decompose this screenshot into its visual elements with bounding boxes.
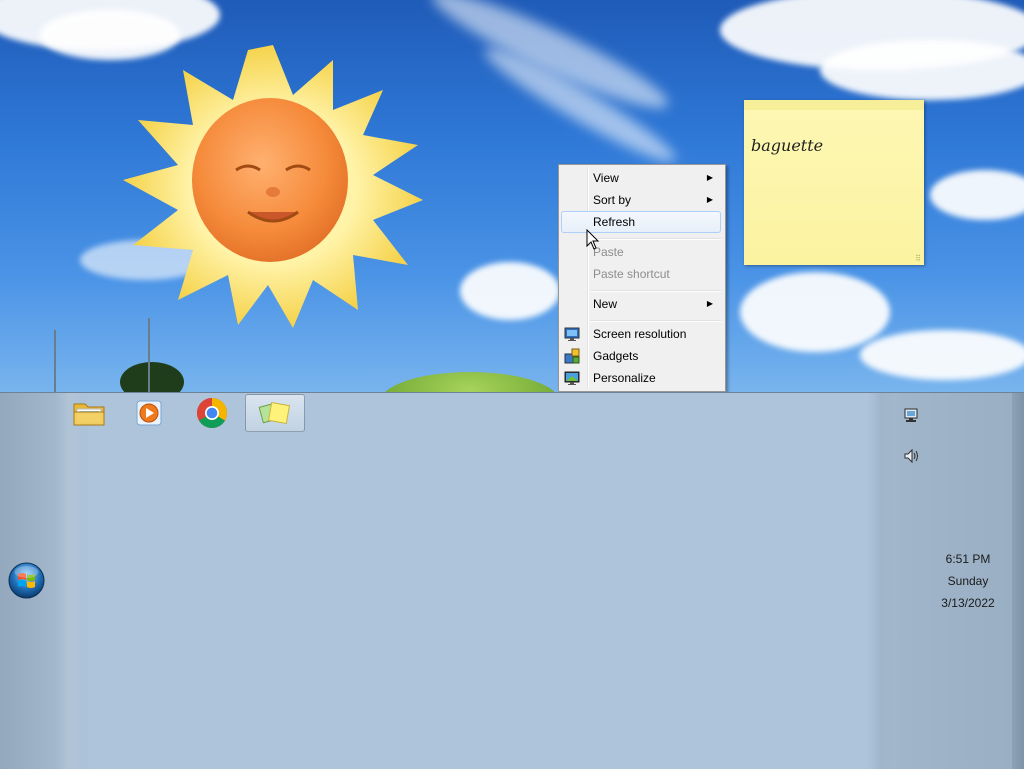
menu-separator <box>590 290 721 292</box>
menu-item-sort-by[interactable]: Sort by ▶ <box>561 189 721 211</box>
resize-grip-icon[interactable]: ⠿ <box>915 254 921 263</box>
wallpaper-cloud <box>740 272 890 352</box>
personalize-icon <box>564 371 580 385</box>
wallpaper-hill <box>380 372 560 392</box>
taskbar-button-media-player[interactable] <box>120 394 178 432</box>
taskbar-shade <box>866 393 896 769</box>
taskbar-shade <box>55 393 85 769</box>
sun-baby-image <box>123 45 423 328</box>
menu-item-label: Refresh <box>593 215 636 229</box>
clock-date[interactable]: 3/13/2022 <box>924 596 1012 610</box>
wallpaper-cloud <box>460 262 560 320</box>
menu-item-label: Sort by <box>593 193 632 207</box>
desktop-context-menu: View ▶ Sort by ▶ Refresh Paste Paste sho… <box>558 164 726 392</box>
menu-item-paste-shortcut[interactable]: Paste shortcut <box>561 263 721 285</box>
wallpaper-pole <box>54 330 56 392</box>
sticky-note-text[interactable]: baguette <box>751 136 823 155</box>
desktop-wallpaper[interactable]: baguette ⠿ View ▶ Sort by ▶ Refresh Past… <box>0 0 1024 392</box>
taskbar[interactable]: 6:51 PM Sunday 3/13/2022 <box>0 392 1024 769</box>
network-icon[interactable] <box>902 407 920 425</box>
file-explorer-icon <box>73 403 105 426</box>
wallpaper-cloud <box>860 330 1024 380</box>
menu-item-label: View <box>593 171 619 185</box>
taskbar-edge <box>1012 393 1024 769</box>
menu-item-gadgets[interactable]: Gadgets <box>561 345 721 367</box>
submenu-arrow-icon: ▶ <box>706 299 713 308</box>
taskbar-button-file-explorer[interactable] <box>60 394 118 432</box>
volume-icon[interactable] <box>902 447 920 465</box>
clock-time[interactable]: 6:51 PM <box>924 552 1012 566</box>
sticky-notes-icon <box>258 401 291 425</box>
menu-item-screen-resolution[interactable]: Screen resolution <box>561 323 721 345</box>
submenu-arrow-icon: ▶ <box>706 173 713 182</box>
menu-item-personalize[interactable]: Personalize <box>561 367 721 389</box>
menu-item-label: Paste shortcut <box>593 267 670 281</box>
menu-item-label: Personalize <box>593 371 656 385</box>
menu-item-new[interactable]: New ▶ <box>561 293 721 315</box>
wallpaper-cloud <box>930 170 1024 220</box>
menu-item-view[interactable]: View ▶ <box>561 167 721 189</box>
clock-day[interactable]: Sunday <box>924 574 1012 588</box>
taskbar-button-chrome[interactable] <box>183 394 241 432</box>
menu-item-label: Gadgets <box>593 349 639 363</box>
menu-item-label: Screen resolution <box>593 327 687 341</box>
sticky-note[interactable]: baguette ⠿ <box>744 100 924 265</box>
menu-separator <box>590 238 721 240</box>
menu-item-refresh[interactable]: Refresh <box>561 211 721 233</box>
menu-item-paste[interactable]: Paste <box>561 241 721 263</box>
start-button-icon[interactable] <box>8 562 45 599</box>
screen-resolution-icon <box>564 327 580 341</box>
chrome-icon <box>196 398 228 429</box>
wallpaper-tree <box>120 362 184 392</box>
menu-item-label: New <box>593 297 618 311</box>
media-player-icon <box>136 400 162 426</box>
mouse-cursor-icon <box>586 229 600 250</box>
taskbar-button-sticky-notes[interactable] <box>245 394 305 432</box>
gadgets-icon <box>564 348 580 364</box>
wallpaper-cloud <box>820 40 1024 100</box>
submenu-arrow-icon: ▶ <box>706 195 713 204</box>
sticky-note-titlebar[interactable] <box>744 100 924 110</box>
menu-separator <box>590 320 721 322</box>
